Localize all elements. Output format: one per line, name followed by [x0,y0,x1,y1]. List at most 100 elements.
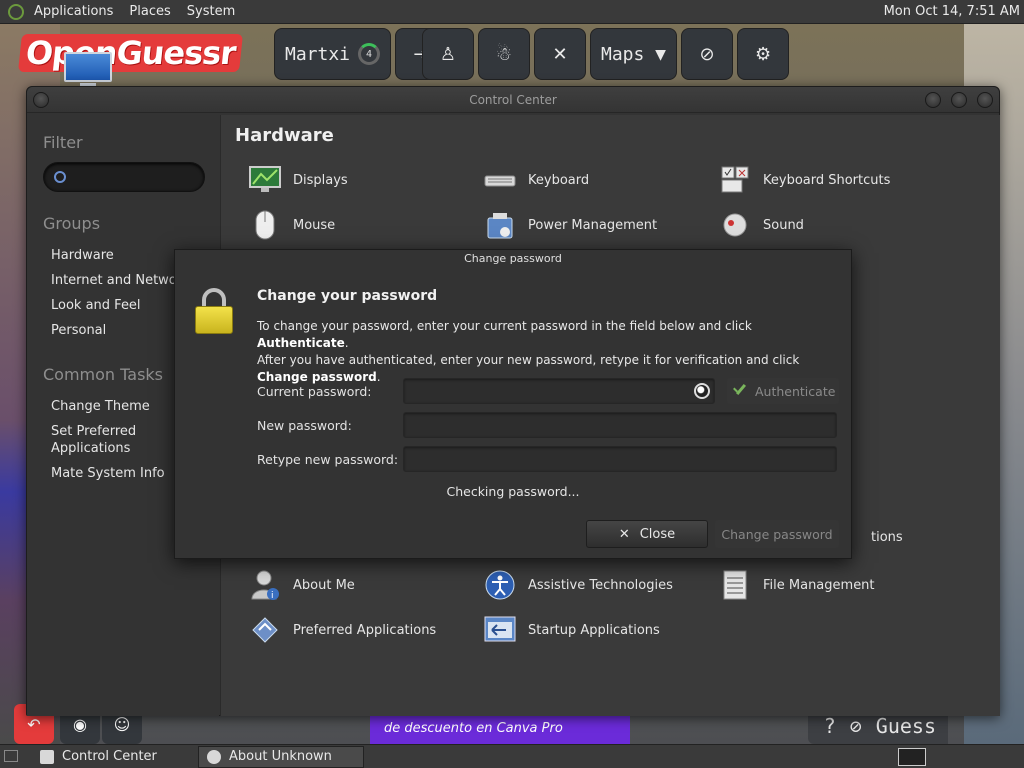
display-icon [249,164,281,196]
applet-keyboard[interactable]: Keyboard [484,164,589,196]
desc-text: . [344,336,349,350]
close-icon[interactable] [977,92,993,108]
taskbar-item-control-center[interactable]: Control Center [32,746,198,768]
new-password-row: New password: [257,412,837,438]
applet-file-management[interactable]: File Management [719,569,875,601]
computer-icon[interactable] [64,52,112,87]
applet-label: About Me [293,577,355,593]
change-password-dialog: Change password Change your password To … [174,249,852,559]
dialog-description: To change your password, enter your curr… [257,318,839,386]
taskbar-label: Control Center [62,749,157,764]
user-profile-button[interactable]: Martxi 4 [274,28,392,80]
applet-label: Power Management [528,217,658,233]
menu-system[interactable]: System [179,4,243,19]
power-management-icon [484,209,516,241]
checkmark-icon [731,383,747,399]
new-password-label: New password: [257,417,352,433]
minimize-icon[interactable] [925,92,941,108]
compass-icon[interactable]: ⊘ [850,714,862,738]
level-ring: 4 [358,43,381,65]
new-password-field[interactable] [403,412,837,438]
retype-password-row: Retype new password: [257,446,837,472]
menu-places[interactable]: Places [121,4,178,19]
keyboard-shortcuts-icon [719,164,751,196]
mate-logo-icon[interactable] [8,3,24,20]
applet-label: Keyboard Shortcuts [763,172,891,188]
retype-password-field[interactable] [403,446,837,472]
applet-power-management[interactable]: Power Management [484,209,657,241]
show-desktop-icon[interactable] [4,750,18,762]
maps-button[interactable]: Maps ▼ [590,28,678,80]
close-label: Close [639,526,676,542]
file-management-icon [719,569,751,601]
authenticate-label: Authenticate [755,383,836,399]
preferred-apps-icon [249,614,281,646]
taskbar-label: About Unknown [229,749,332,764]
user-name: Martxi [285,43,351,65]
window-titlebar[interactable]: Control Center [27,87,999,113]
applet-label: File Management [763,577,875,593]
applet-label: Preferred Applications [293,622,437,638]
search-icon [54,171,66,183]
current-password-field[interactable] [403,378,715,404]
guess-label: Guess [875,714,936,738]
battle-icon[interactable]: ✕ [534,28,586,80]
applet-sound[interactable]: Sound [719,209,804,241]
timer-icon[interactable]: ⊘ [681,28,734,80]
applet-mouse[interactable]: Mouse [249,209,335,241]
dialog-title: Change password [464,252,562,265]
section-title: Hardware [235,125,334,146]
svg-text:i: i [271,591,274,601]
window-title: Control Center [469,93,557,107]
applet-label: Displays [293,172,348,188]
loading-spinner-icon [694,383,710,399]
dialog-heading: Change your password [257,288,438,304]
keyboard-icon [484,164,516,196]
task-set-preferred-apps[interactable]: Set Preferred Applications [43,419,183,461]
openguessr-logo: OpenGuessr [18,34,244,72]
status-text: Checking password... [446,484,580,499]
filter-search-input[interactable] [43,162,205,192]
current-password-label: Current password: [257,383,372,399]
taskbar-item-about-unknown[interactable]: About Unknown [198,745,364,768]
sound-icon [719,209,751,241]
panel-menu-bar: Applications Places System [0,3,243,20]
applet-startup-applications[interactable]: Startup Applications [484,614,660,646]
top-panel: Applications Places System Mon Oct 14, 7… [0,0,1024,24]
startup-apps-icon [484,614,516,646]
applet-label: Assistive Technologies [528,577,673,593]
close-button[interactable]: ✕ Close [586,520,708,548]
lock-icon [195,288,233,334]
applet-label: Sound [763,217,804,233]
applet-label: Mouse [293,217,336,233]
retype-password-label: Retype new password: [257,451,399,467]
applet-label: tions [871,530,903,545]
groups-heading: Groups [43,214,101,233]
ad-banner[interactable]: de descuento en Canva Pro [370,712,630,744]
menu-applications[interactable]: Applications [26,4,121,19]
help-icon[interactable]: ? [824,714,836,738]
workspace-switcher[interactable] [898,748,926,766]
party-icon[interactable]: ☃ [478,28,530,80]
desc-bold: Authenticate [257,336,345,350]
settings-gear-icon[interactable]: ⚙ [737,28,790,80]
about-me-icon [207,749,221,764]
game-toolbar-modes: ♙ ☃ ✕ [422,28,586,80]
panel-clock[interactable]: Mon Oct 14, 7:51 AM [884,4,1020,19]
applet-keyboard-shortcuts[interactable]: Keyboard Shortcuts [719,164,890,196]
authenticate-button[interactable]: Authenticate [727,378,839,404]
bottom-taskbar: Control Center About Unknown [0,744,1024,768]
applet-assistive-technologies[interactable]: Assistive Technologies [484,569,673,601]
applet-partial[interactable]: tions [871,530,903,545]
singleplayer-icon[interactable]: ♙ [422,28,474,80]
applet-about-me[interactable]: i About Me [249,569,355,601]
close-x-icon: ✕ [618,526,630,542]
control-center-icon [40,749,54,764]
applet-preferred-applications[interactable]: Preferred Applications [249,614,436,646]
maximize-icon[interactable] [951,92,967,108]
applet-displays[interactable]: Displays [249,164,348,196]
desc-text: After you have authenticated, enter your… [257,353,800,367]
mouse-icon [249,209,281,241]
game-toolbar-maps: Maps ▼ ⊘ ⚙ [590,28,790,80]
change-password-button[interactable]: Change password [715,520,839,548]
